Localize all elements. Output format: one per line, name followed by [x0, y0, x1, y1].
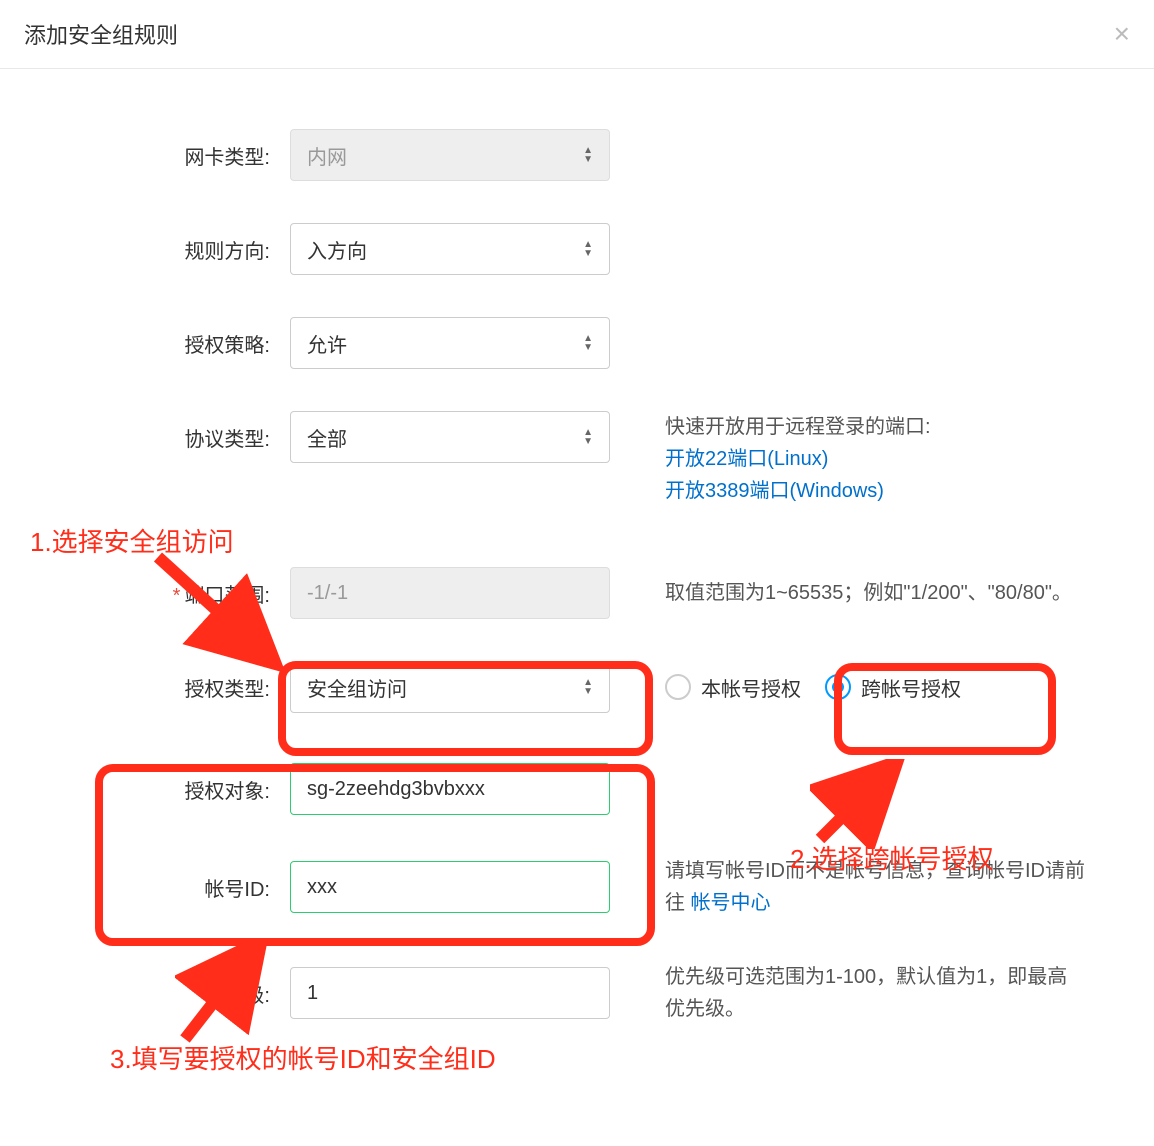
chevron-updown-icon: ▲▼	[583, 679, 593, 696]
link-open-22[interactable]: 开放22端口(Linux)	[665, 443, 828, 475]
input-account-id[interactable]	[290, 861, 610, 913]
link-open-3389[interactable]: 开放3389端口(Windows)	[665, 475, 884, 507]
select-nic-type: 内网 ▲▼	[290, 129, 610, 181]
row-protocol: 协议类型: 全部 ▲▼ 快速开放用于远程登录的端口: 开放22端口(Linux)…	[0, 411, 1154, 507]
radio-icon	[665, 674, 691, 700]
label-policy: 授权策略:	[0, 329, 290, 358]
arrow-icon	[148, 547, 288, 677]
form-body: 网卡类型: 内网 ▲▼ 规则方向: 入方向 ▲▼ 授权策略: 允许 ▲▼ 协	[0, 69, 1154, 1107]
chevron-updown-icon: ▲▼	[583, 147, 593, 164]
help-protocol-intro: 快速开放用于远程登录的端口:	[665, 416, 931, 438]
label-auth-object: 授权对象:	[0, 775, 290, 804]
chevron-updown-icon: ▲▼	[583, 335, 593, 352]
select-direction[interactable]: 入方向 ▲▼	[290, 223, 610, 275]
select-direction-value: 入方向	[307, 235, 367, 264]
radio-same-account-label: 本帐号授权	[701, 673, 801, 702]
auth-scope-radio-group: 本帐号授权 跨帐号授权	[665, 673, 961, 702]
select-nic-type-value: 内网	[307, 141, 347, 170]
label-protocol: 协议类型:	[0, 411, 290, 452]
annotation-1: 1.选择安全组访问	[30, 522, 234, 559]
radio-cross-account-label: 跨帐号授权	[861, 673, 961, 702]
select-protocol-value: 全部	[307, 423, 347, 452]
input-port-range-value: -1/-1	[307, 582, 348, 605]
row-priority: 优先级: 优先级可选范围为1-100，默认值为1，即最高优先级。	[0, 961, 1154, 1025]
row-direction: 规则方向: 入方向 ▲▼	[0, 223, 1154, 275]
input-auth-object[interactable]	[290, 763, 610, 815]
help-protocol: 快速开放用于远程登录的端口: 开放22端口(Linux) 开放3389端口(Wi…	[665, 411, 931, 507]
select-policy-value: 允许	[307, 329, 347, 358]
radio-same-account[interactable]: 本帐号授权	[665, 673, 801, 702]
help-priority: 优先级可选范围为1-100，默认值为1，即最高优先级。	[665, 961, 1085, 1025]
select-auth-type-value: 安全组访问	[307, 673, 407, 702]
link-account-center[interactable]: 帐号中心	[691, 887, 771, 919]
select-auth-type[interactable]: 安全组访问 ▲▼	[290, 661, 610, 713]
input-priority[interactable]	[290, 967, 610, 1019]
annotation-3: 3.填写要授权的帐号ID和安全组ID	[110, 1039, 496, 1076]
select-policy[interactable]: 允许 ▲▼	[290, 317, 610, 369]
select-protocol[interactable]: 全部 ▲▼	[290, 411, 610, 463]
radio-checked-icon	[825, 674, 851, 700]
dialog-title: 添加安全组规则	[24, 18, 178, 50]
arrow-icon	[810, 759, 910, 849]
row-policy: 授权策略: 允许 ▲▼	[0, 317, 1154, 369]
label-nic-type: 网卡类型:	[0, 141, 290, 170]
arrow-icon	[175, 939, 275, 1049]
radio-cross-account[interactable]: 跨帐号授权	[825, 673, 961, 702]
annotation-2: 2.选择跨帐号授权	[790, 839, 994, 876]
chevron-updown-icon: ▲▼	[583, 241, 593, 258]
label-account-id: 帐号ID:	[0, 873, 290, 902]
dialog-header: 添加安全组规则 ×	[0, 0, 1154, 69]
label-direction: 规则方向:	[0, 235, 290, 264]
input-port-range: -1/-1	[290, 567, 610, 619]
chevron-updown-icon: ▲▼	[583, 429, 593, 446]
row-auth-object: 授权对象:	[0, 763, 1154, 815]
help-port-range: 取值范围为1~65535；例如"1/200"、"80/80"。	[665, 577, 1072, 609]
close-icon[interactable]: ×	[1114, 20, 1130, 48]
row-nic-type: 网卡类型: 内网 ▲▼	[0, 129, 1154, 181]
